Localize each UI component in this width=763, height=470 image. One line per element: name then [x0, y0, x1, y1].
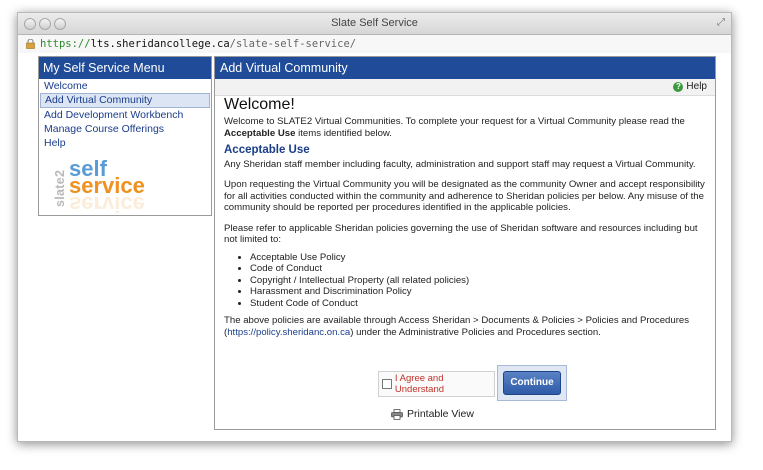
add-virtual-community-panel: Add Virtual Community ? Help Welcome! We…	[214, 56, 716, 430]
list-item: Acceptable Use Policy	[250, 252, 706, 264]
agree-checkbox[interactable]	[382, 379, 392, 389]
continue-button[interactable]: Continue	[503, 371, 561, 395]
menu-item-welcome[interactable]: Welcome	[39, 79, 211, 93]
list-item: Harassment and Discrimination Policy	[250, 286, 706, 298]
panel-title: Add Virtual Community	[215, 57, 715, 79]
eligibility-paragraph: Any Sheridan staff member including facu…	[224, 158, 696, 170]
logo-reflection: service	[69, 192, 145, 217]
fullscreen-icon[interactable]: ⤢	[717, 17, 725, 28]
panel-body: Welcome! Welcome to SLATE2 Virtual Commu…	[224, 95, 706, 344]
menu-item-manage-course-offerings[interactable]: Manage Course Offerings	[39, 122, 211, 136]
window-title: Slate Self Service	[331, 17, 418, 29]
list-item: Copyright / Intellectual Property (all r…	[250, 275, 706, 287]
policies-availability-paragraph: The above policies are available through…	[224, 315, 690, 338]
help-icon: ?	[673, 81, 684, 92]
menu-item-add-development-workbench[interactable]: Add Development Workbench	[39, 108, 211, 122]
welcome-heading: Welcome!	[224, 96, 295, 113]
browser-window: Slate Self Service ⤢ https://lts.sherida…	[17, 12, 732, 442]
policies-intro-paragraph: Please refer to applicable Sheridan poli…	[224, 222, 698, 246]
self-service-menu: My Self Service Menu Welcome Add Virtual…	[38, 56, 212, 217]
menu-item-add-virtual-community[interactable]: Add Virtual Community	[40, 93, 210, 108]
slate-self-service-logo: slate2 self service service	[53, 153, 163, 217]
responsibility-paragraph: Upon requesting the Virtual Community yo…	[224, 179, 705, 213]
help-label: Help	[686, 81, 707, 92]
agree-checkbox-field[interactable]: I Agree and Understand	[378, 371, 495, 397]
policy-list: Acceptable Use Policy Code of Conduct Co…	[224, 252, 706, 310]
address-bar[interactable]: https://lts.sheridancollege.ca/slate-sel…	[18, 35, 731, 54]
title-bar: Slate Self Service ⤢	[18, 13, 731, 35]
menu-item-help[interactable]: Help	[39, 136, 211, 150]
lock-icon	[26, 39, 35, 49]
continue-button-highlight: Continue	[497, 365, 567, 401]
help-bar: ? Help	[215, 79, 715, 96]
agree-label[interactable]: I Agree and Understand	[395, 373, 494, 395]
printable-view-link[interactable]: Printable View	[391, 408, 474, 420]
page-content: My Self Service Menu Welcome Add Virtual…	[18, 53, 731, 441]
list-item: Code of Conduct	[250, 263, 706, 275]
menu-title: My Self Service Menu	[39, 57, 211, 79]
acceptable-use-heading: Acceptable Use	[224, 144, 310, 156]
url-text[interactable]: https://lts.sheridancollege.ca/slate-sel…	[40, 35, 356, 53]
policy-site-link[interactable]: https://policy.sheridanc.on.ca	[227, 327, 350, 338]
help-link[interactable]: ? Help	[673, 81, 707, 92]
printer-icon	[391, 408, 403, 420]
intro-paragraph: Welcome to SLATE2 Virtual Communities. T…	[224, 116, 685, 139]
list-item: Student Code of Conduct	[250, 298, 706, 310]
printable-view-label[interactable]: Printable View	[407, 408, 474, 420]
logo-slate-text: slate2	[53, 169, 67, 207]
